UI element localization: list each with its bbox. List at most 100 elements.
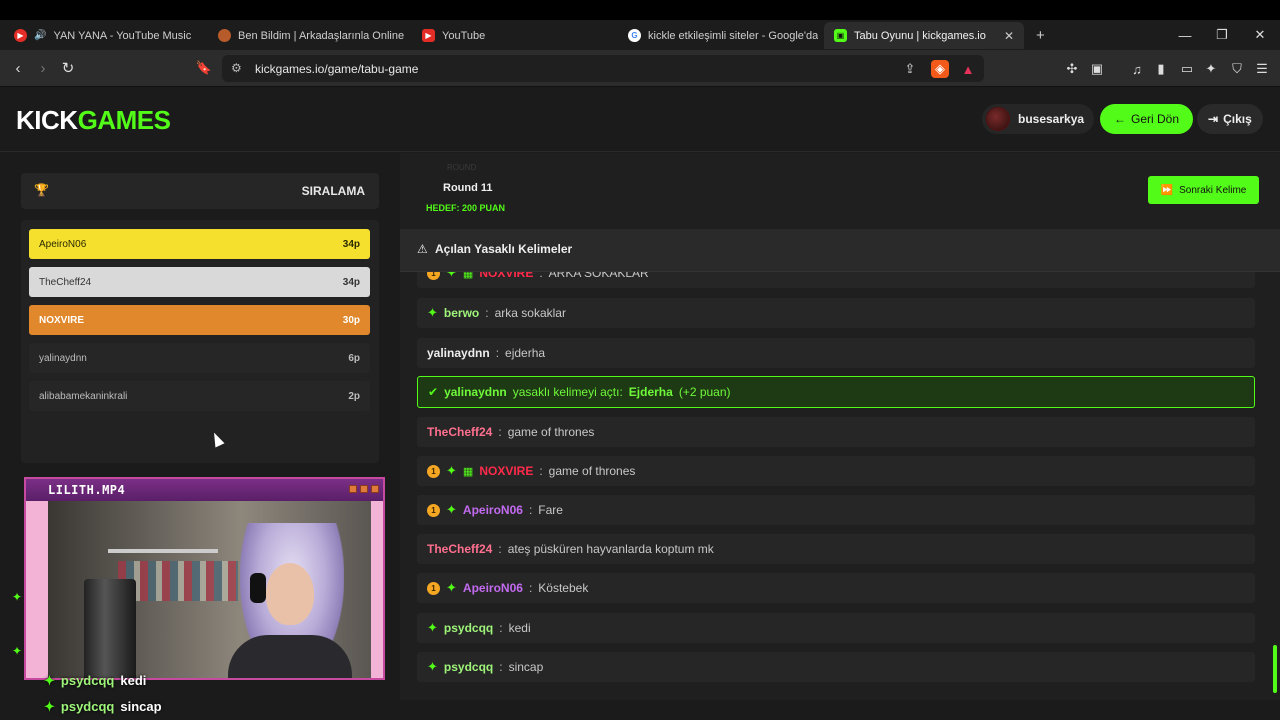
chat-text: game of thrones [507,425,595,439]
tab-youtube[interactable]: ▶ YouTube [412,22,618,49]
chat-username[interactable]: ApeiroN06 [463,503,523,517]
new-tab-button[interactable]: + [1030,22,1054,49]
logo-games-text: GAMES [77,105,171,135]
tab-ben-bildim[interactable]: Ben Bildim | Arkadaşlarınla Online Bil [208,22,408,49]
chat-text: sincap [508,660,544,674]
restore-icon[interactable]: ❐ [1203,20,1241,50]
badge-icon: 1 [427,503,440,517]
chat-username[interactable]: berwo [444,306,479,320]
chat-username[interactable]: ApeiroN06 [463,581,523,595]
brave-shields-icon[interactable]: ◈ [931,60,949,78]
reload-icon[interactable]: ↻ [58,58,78,78]
webcam-title-bar: LILITH.MP4 [26,479,383,501]
chat-message: TheCheff24 : game of thrones [417,417,1255,447]
address-bar[interactable]: ⚙ kickgames.io/game/tabu-game [222,55,984,82]
minimize-icon[interactable]: — [1166,20,1204,50]
player-points: 30p [342,314,360,326]
youtube-icon: ▶ [422,29,435,42]
overlay-chat-line: ✦ psydcqq kedi [44,673,146,689]
chat-text: ejderha [505,346,546,360]
close-tab-icon[interactable]: ✕ [1004,29,1014,43]
tab-google[interactable]: G kickle etkileşimli siteler - Google'da… [618,22,818,49]
kickgames-logo[interactable]: KICKGAMES [16,105,171,136]
chat-username[interactable]: TheCheff24 [427,542,492,556]
wallet-icon[interactable]: ▭ [1178,60,1196,78]
webcam-title: LILITH.MP4 [48,483,126,497]
ben-bildim-icon [218,29,231,42]
player-name: TheCheff24 [39,276,92,288]
gift-icon: ▦ [462,272,474,280]
next-word-button[interactable]: ⏩ Sonraki Kelime [1148,176,1259,204]
check-circle-icon: ✔ [428,385,439,399]
tab-youtube-music[interactable]: ▶ 🔊 YAN YANA - YouTube Music [4,22,204,49]
reading-list-icon[interactable]: ▮ [1152,60,1170,78]
round-faint-label: ROUND [447,163,477,172]
player-name: ApeiroN06 [39,238,87,250]
chat-scrollbar[interactable] [1272,272,1278,700]
chat-messages: 1 ✦ ▦ NOXVIRE : ARKA SOKAKLAR ✦ berwo : … [400,272,1280,700]
logout-button[interactable]: ⇥ Çıkış [1197,104,1263,134]
leo-ai-icon[interactable]: ✦ [1202,60,1220,78]
tab-title: Ben Bildim | Arkadaşlarınla Online Bil [238,29,408,42]
speaker-icon: 🔊 [34,30,47,41]
chat-username[interactable]: NOXVIRE [479,272,533,280]
trophy-icon: 🏆 [34,183,49,197]
media-icon[interactable]: ♫ [1128,60,1146,78]
chat-message: yalinaydnn : ejderha [417,338,1255,368]
badge-icon: 1 [427,581,440,595]
sparkle-icon: ✦ [446,463,457,478]
kickgames-favicon-icon: ▣ [834,29,847,42]
tab-title: Tabu Oyunu | kickgames.io [854,29,986,42]
tab-title: kickle etkileşimli siteler - Google'da A [648,29,818,42]
menu-icon[interactable]: ☰ [1253,60,1271,78]
avatar [986,107,1010,131]
warning-icon: ⚠ [417,242,428,256]
sparkle-icon: ✦ [446,580,457,595]
system-text: yasaklı kelimeyi açtı: [512,385,623,399]
user-profile-chip[interactable]: busesarkya [982,104,1095,134]
sidebar-icon[interactable]: ▣ [1088,60,1106,78]
vpn-shield-icon[interactable]: ⛉ [1228,60,1246,78]
chat-username[interactable]: TheCheff24 [427,425,492,439]
player-name: NOXVIRE [39,314,85,326]
chat-username[interactable]: NOXVIRE [479,464,533,478]
back-button[interactable]: ← Geri Dön [1100,104,1194,134]
site-settings-icon[interactable]: ⚙ [231,61,242,75]
logout-icon: ⇥ [1208,112,1219,126]
chat-message: 1 ✦ ▦ NOXVIRE : game of thrones [417,456,1255,486]
browser-toolbar: ‹ › ↻ 🔖 ⚙ kickgames.io/game/tabu-game ⇪ … [0,50,1280,87]
back-button-label: Geri Dön [1131,112,1180,126]
sparkle-icon: ✦ [427,620,438,635]
ranking-row: ApeiroN06 34p [29,229,370,259]
chat-username[interactable]: psydcqq [444,660,493,674]
round-label: Round 11 [443,182,493,194]
banned-words-header[interactable]: ⚠ Açılan Yasaklı Kelimeler [400,229,1280,272]
bookmark-icon[interactable]: 🔖 [194,58,214,78]
close-window-icon[interactable]: ✕ [1241,20,1279,50]
ranking-header: 🏆 SIRALAMA [21,173,379,209]
target-label: HEDEF: 200 PUAN [426,203,506,213]
badge-icon: 1 [427,272,440,280]
badge-icon: 1 [427,464,440,478]
google-icon: G [628,29,641,42]
ranking-row: yalinaydnn 6p [29,343,370,373]
extensions-icon[interactable]: ✣ [1063,60,1081,78]
chat-text: Fare [538,503,563,517]
overlay-chat-user: psydcqq [60,699,115,714]
chat-username[interactable]: yalinaydnn [444,385,507,399]
chat-username[interactable]: psydcqq [444,621,493,635]
tab-tabu-oyunu[interactable]: ▣ Tabu Oyunu | kickgames.io ✕ [824,22,1024,49]
share-icon[interactable]: ⇪ [901,60,919,78]
chat-scrollbar-thumb[interactable] [1273,645,1277,693]
plus-icon: + [1036,27,1045,44]
overlay-chat-text: kedi [120,673,147,688]
forward-arrow-icon[interactable]: › [33,58,53,78]
chat-message: 1 ✦ ▦ NOXVIRE : ARKA SOKAKLAR [417,272,1255,288]
chat-username[interactable]: yalinaydnn [427,346,490,360]
banned-words-title: Açılan Yasaklı Kelimeler [435,242,573,256]
back-arrow-icon[interactable]: ‹ [8,58,28,78]
webcam-overlay: LILITH.MP4 [24,477,385,680]
sparkle-icon: ✦ [12,590,23,604]
brave-rewards-icon[interactable]: ▲ [959,60,977,78]
player-points: 6p [348,352,360,364]
